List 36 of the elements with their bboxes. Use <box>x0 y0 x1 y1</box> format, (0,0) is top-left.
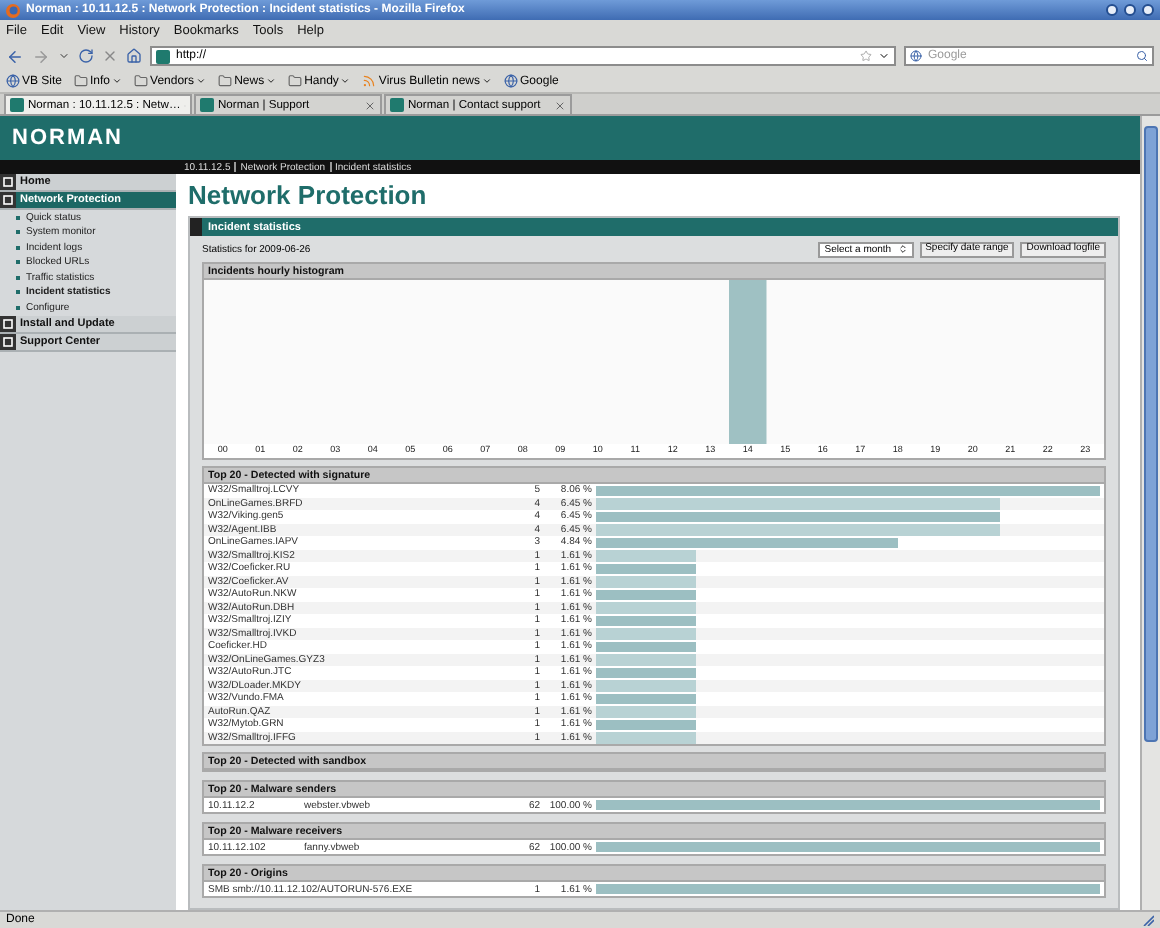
folder-icon <box>134 74 149 88</box>
history-dropdown[interactable] <box>58 50 70 62</box>
caret-icon <box>112 76 123 86</box>
caret-icon <box>196 76 207 86</box>
site-icon <box>10 98 24 112</box>
caret-icon <box>266 76 277 86</box>
globe-icon <box>504 74 519 88</box>
close-button[interactable] <box>1142 4 1154 16</box>
site-icon <box>156 49 170 63</box>
back-button[interactable] <box>6 47 24 65</box>
caret-icon <box>878 50 890 62</box>
forward-button[interactable] <box>32 47 50 65</box>
globe-icon <box>6 74 20 88</box>
logo: NORMAN <box>12 126 123 150</box>
updown-icon <box>897 244 908 254</box>
folder-icon <box>218 74 233 88</box>
minimize-button[interactable] <box>1106 4 1118 16</box>
home-button[interactable] <box>126 48 142 64</box>
reload-button[interactable] <box>78 48 94 64</box>
folder-icon <box>74 74 89 88</box>
site-icon <box>390 98 404 112</box>
resize-grip-icon <box>1142 914 1154 926</box>
search-engine-icon <box>910 50 922 62</box>
panel-icon <box>190 218 202 236</box>
search-icon <box>1136 50 1148 62</box>
caret-icon <box>482 76 493 86</box>
scrollbar[interactable] <box>1140 116 1160 910</box>
feed-icon <box>362 74 377 88</box>
bookmark-star-icon <box>860 50 872 62</box>
caret-icon <box>340 76 351 86</box>
maximize-button[interactable] <box>1124 4 1136 16</box>
folder-icon <box>288 74 303 88</box>
site-icon <box>200 98 214 112</box>
stop-button[interactable] <box>102 48 118 64</box>
browser-logo-icon <box>6 3 20 17</box>
page-title: Network Protection <box>188 178 429 214</box>
